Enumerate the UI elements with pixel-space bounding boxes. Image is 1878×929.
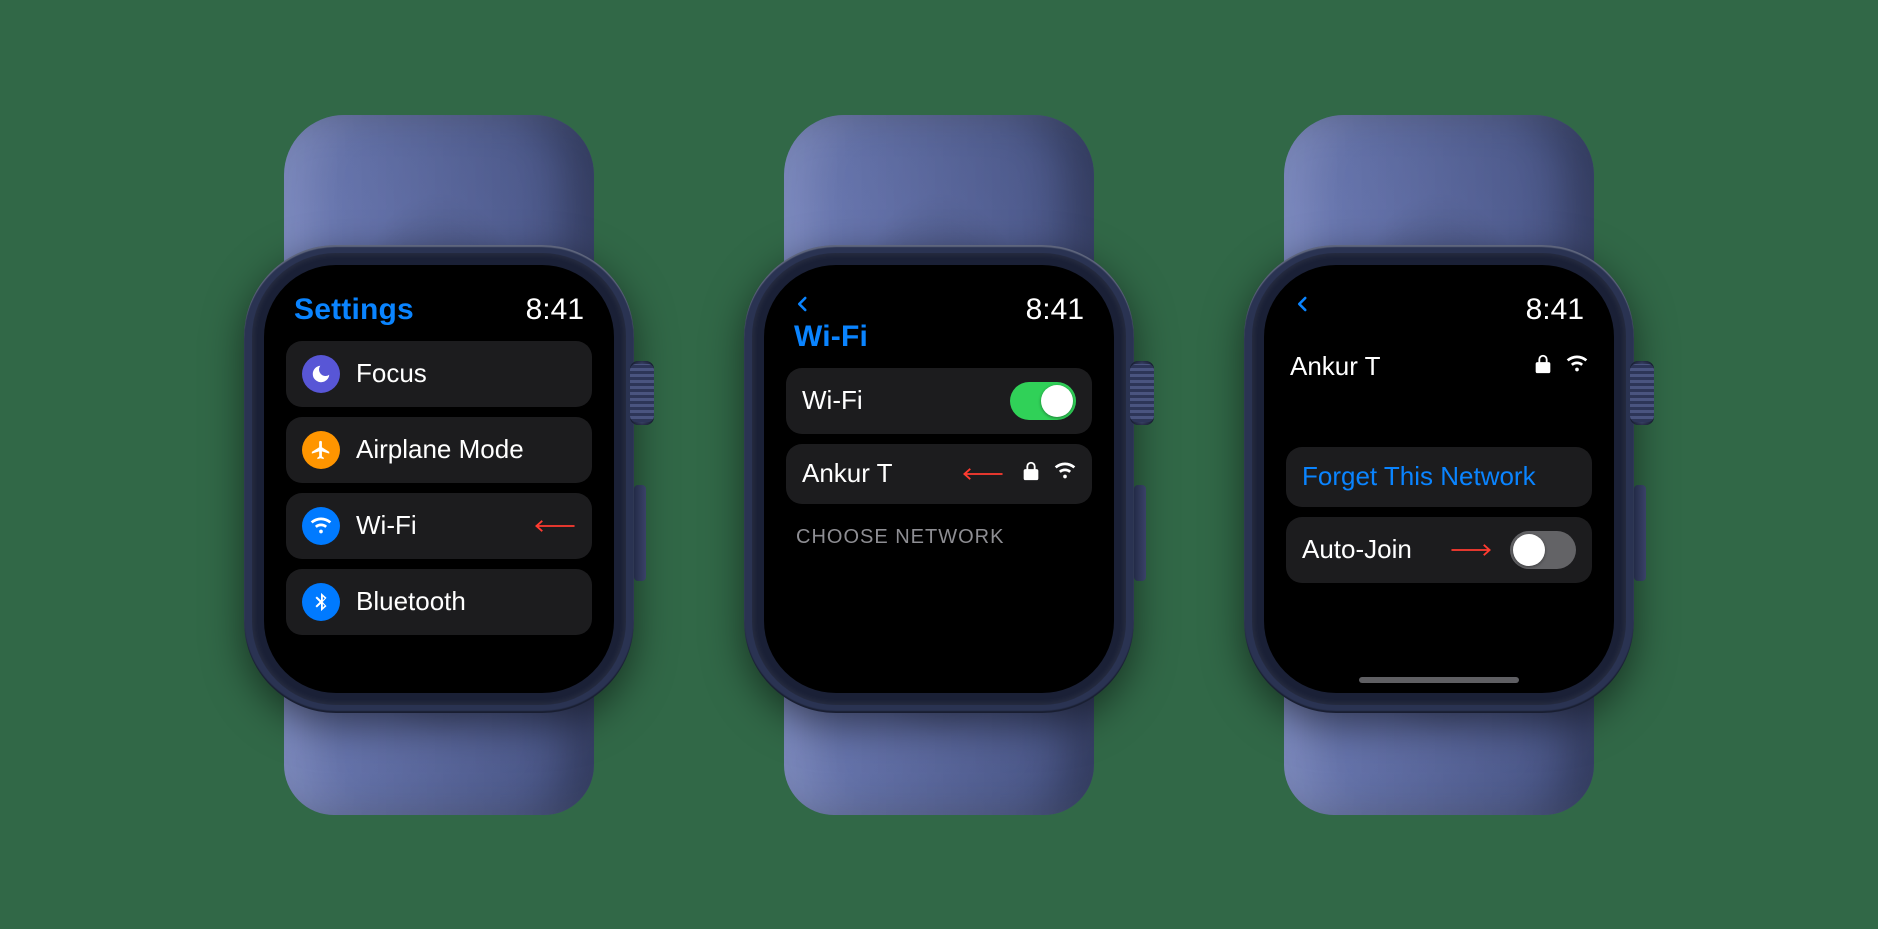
pointer-arrow-icon <box>1450 542 1494 558</box>
wifi-icon <box>1566 351 1588 382</box>
row-label: Wi-Fi <box>802 385 994 416</box>
clock-time: 8:41 <box>1026 293 1084 327</box>
wifi-icon <box>1054 458 1076 489</box>
row-label: Focus <box>356 358 576 389</box>
watch-case: Wi-Fi 8:41 Wi-Fi Ankur T <box>744 245 1134 713</box>
bluetooth-icon <box>302 583 340 621</box>
digital-crown[interactable] <box>1130 361 1154 425</box>
network-status-icons <box>1020 458 1076 489</box>
status-bar: Wi-Fi 8:41 <box>786 289 1092 362</box>
moon-icon <box>302 355 340 393</box>
side-button[interactable] <box>634 485 646 581</box>
status-bar: Settings 8:41 <box>286 289 592 335</box>
wifi-icon <box>302 507 340 545</box>
row-label: Auto-Join <box>1302 534 1434 565</box>
side-button[interactable] <box>1134 485 1146 581</box>
watch-wifi-detail: 8:41 Ankur T Forget This Network Auto-Jo… <box>1219 115 1659 815</box>
row-label: Bluetooth <box>356 586 576 617</box>
forget-network-row[interactable]: Forget This Network <box>1286 447 1592 507</box>
clock-time: 8:41 <box>526 293 584 327</box>
watch-case: Settings 8:41 Focus Airplane Mode Wi-Fi <box>244 245 634 713</box>
home-indicator <box>1359 677 1519 683</box>
wifi-network-row[interactable]: Ankur T <box>786 444 1092 504</box>
clock-time: 8:41 <box>1526 293 1584 327</box>
row-label: Wi-Fi <box>356 510 516 541</box>
screen-wifi-detail: 8:41 Ankur T Forget This Network Auto-Jo… <box>1264 265 1614 693</box>
back-button[interactable] <box>1294 293 1312 316</box>
lock-icon <box>1532 351 1554 382</box>
settings-row-airplane[interactable]: Airplane Mode <box>286 417 592 483</box>
screen-wifi-list: Wi-Fi 8:41 Wi-Fi Ankur T <box>764 265 1114 693</box>
wifi-toggle-row[interactable]: Wi-Fi <box>786 368 1092 434</box>
wifi-toggle[interactable] <box>1010 382 1076 420</box>
network-name: Ankur T <box>1290 351 1516 382</box>
autojoin-toggle[interactable] <box>1510 531 1576 569</box>
watch-settings: Settings 8:41 Focus Airplane Mode Wi-Fi <box>219 115 659 815</box>
digital-crown[interactable] <box>1630 361 1654 425</box>
settings-row-focus[interactable]: Focus <box>286 341 592 407</box>
settings-row-bluetooth[interactable]: Bluetooth <box>286 569 592 635</box>
forget-network-label: Forget This Network <box>1302 461 1576 492</box>
section-header: CHOOSE NETWORK <box>786 504 1092 555</box>
pointer-arrow-icon <box>960 466 1004 482</box>
screen-settings: Settings 8:41 Focus Airplane Mode Wi-Fi <box>264 265 614 693</box>
wifi-list: Wi-Fi Ankur T <box>786 368 1092 504</box>
watch-case: 8:41 Ankur T Forget This Network Auto-Jo… <box>1244 245 1634 713</box>
network-header: Ankur T <box>1286 337 1592 397</box>
settings-row-wifi[interactable]: Wi-Fi <box>286 493 592 559</box>
settings-list: Focus Airplane Mode Wi-Fi Bluetooth <box>286 341 592 635</box>
wifi-detail-list: Forget This Network Auto-Join <box>1286 447 1592 583</box>
autojoin-row[interactable]: Auto-Join <box>1286 517 1592 583</box>
digital-crown[interactable] <box>630 361 654 425</box>
status-bar: 8:41 <box>1286 289 1592 335</box>
network-status-icons <box>1532 351 1588 382</box>
screen-title: Wi-Fi <box>794 320 868 354</box>
lock-icon <box>1020 458 1042 489</box>
network-name: Ankur T <box>802 458 944 489</box>
side-button[interactable] <box>1634 485 1646 581</box>
screen-title: Settings <box>294 293 414 327</box>
watch-wifi-list: Wi-Fi 8:41 Wi-Fi Ankur T <box>719 115 1159 815</box>
row-label: Airplane Mode <box>356 434 576 465</box>
airplane-icon <box>302 431 340 469</box>
back-button[interactable] <box>794 293 868 316</box>
pointer-arrow-icon <box>532 518 576 534</box>
